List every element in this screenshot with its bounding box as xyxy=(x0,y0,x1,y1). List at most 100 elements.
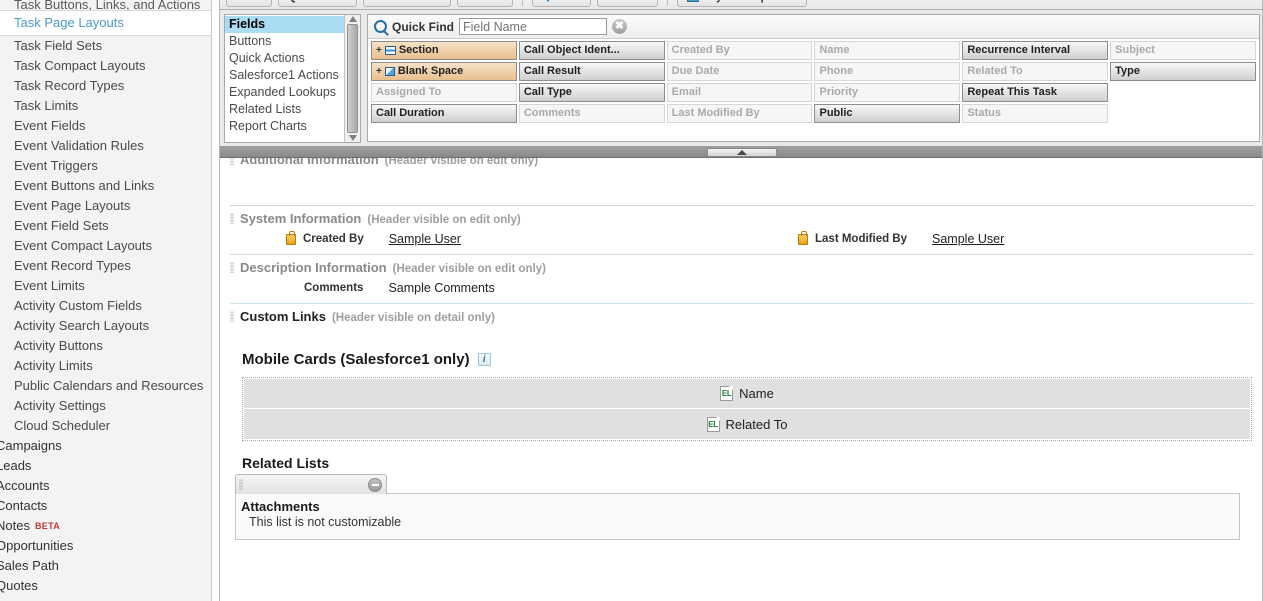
sidebar-item-task-buttons-links-actions[interactable]: Task Buttons, Links, and Actions xyxy=(0,0,211,10)
palette-category-salesforce1-actions[interactable]: Salesforce1 Actions xyxy=(225,67,344,84)
sidebar-item-activity-custom-fields[interactable]: Activity Custom Fields xyxy=(0,296,211,316)
sidebar-item-task-record-types[interactable]: Task Record Types xyxy=(0,76,211,96)
palette-fields-panel: Quick Find ✖ + Section Call Object Ident..… xyxy=(367,14,1260,142)
field-palette-item-created-by[interactable]: Created By xyxy=(666,41,813,60)
mobile-card[interactable]: EL Name xyxy=(244,379,1250,409)
sidebar-item-event-compact-layouts[interactable]: Event Compact Layouts xyxy=(0,236,211,256)
scroll-up-icon[interactable] xyxy=(348,16,357,22)
field-palette-item-call-duration[interactable]: Call Duration xyxy=(371,104,517,123)
info-icon[interactable]: i xyxy=(477,353,491,366)
field-palette-item-call-object-ident-[interactable]: Call Object Ident... xyxy=(518,41,665,60)
drag-grip-icon[interactable] xyxy=(230,262,234,273)
sidebar-item-public-calendars-and-resources[interactable]: Public Calendars and Resources xyxy=(0,376,211,396)
palette-category-report-charts[interactable]: Report Charts xyxy=(225,118,344,135)
field-palette-item-call-result[interactable]: Call Result xyxy=(518,62,665,81)
scrollbar-thumb[interactable] xyxy=(347,24,358,133)
field-palette-item-assigned-to[interactable]: Assigned To xyxy=(371,83,517,102)
layout-properties-button[interactable]: Layout Properties xyxy=(677,0,807,7)
drag-grip-icon[interactable] xyxy=(239,479,243,490)
redo-button[interactable]: Redo xyxy=(596,0,659,7)
field-palette-item-recurrence-interval[interactable]: Recurrence Interval xyxy=(962,41,1109,60)
palette-category-expanded-lookups[interactable]: Expanded Lookups xyxy=(225,84,344,101)
section-description-information[interactable]: Description Information (Header visible … xyxy=(230,254,1254,278)
field-palette-item-due-date[interactable]: Due Date xyxy=(666,62,813,81)
sidebar-item-label: Campaigns xyxy=(0,438,62,453)
field-palette-item-email[interactable]: Email xyxy=(666,83,813,102)
palette-category-related-lists[interactable]: Related Lists xyxy=(225,101,344,118)
layout-canvas: Additional Information (Header visible o… xyxy=(220,158,1262,601)
field-palette-item-last-modified-by[interactable]: Last Modified By xyxy=(666,104,813,123)
mobile-cards-dropzone[interactable]: EL Name EL Related To xyxy=(242,377,1252,441)
palette-category-scrollbar[interactable] xyxy=(344,15,360,142)
preview-as-button[interactable]: Preview As... xyxy=(363,0,451,7)
sidebar-item-task-limits[interactable]: Task Limits xyxy=(0,96,211,116)
section-system-information[interactable]: System Information (Header visible on ed… xyxy=(230,205,1254,229)
field-palette-item-section[interactable]: + Section xyxy=(371,41,517,60)
cancel-button[interactable]: Cancel xyxy=(456,0,513,7)
section-custom-links[interactable]: Custom Links (Header visible on detail o… xyxy=(230,303,1254,327)
sidebar-item-event-buttons-and-links[interactable]: Event Buttons and Links xyxy=(0,176,211,196)
field-palette-item-blank-space[interactable]: + Blank Space xyxy=(371,62,517,81)
toolbar-divider xyxy=(521,0,523,6)
related-lists-tab[interactable] xyxy=(235,474,387,494)
field-palette-item-related-to[interactable]: Related To xyxy=(962,62,1109,81)
sidebar-item-event-fields[interactable]: Event Fields xyxy=(0,116,211,136)
field-palette-item-comments[interactable]: Comments xyxy=(518,104,665,123)
field-palette-item-priority[interactable]: Priority xyxy=(814,83,961,102)
clear-search-icon[interactable]: ✖ xyxy=(612,19,628,34)
quick-save-button[interactable]: Quick Save xyxy=(277,0,358,7)
mobile-card-label: Name xyxy=(739,386,774,401)
field-palette-item-phone[interactable]: Phone xyxy=(814,62,961,81)
save-button[interactable]: Save xyxy=(226,0,272,7)
sidebar-item-activity-search-layouts[interactable]: Activity Search Layouts xyxy=(0,316,211,336)
palette-category-buttons[interactable]: Buttons xyxy=(225,33,344,50)
palette-category-fields[interactable]: Fields xyxy=(225,16,344,33)
sidebar-item-event-record-types[interactable]: Event Record Types xyxy=(0,256,211,276)
sidebar-item-activity-limits[interactable]: Activity Limits xyxy=(0,356,211,376)
field-palette-item-public[interactable]: Public xyxy=(814,104,961,123)
sidebar-item-sales-path[interactable]: Sales Path xyxy=(0,556,211,576)
splitter-collapse-handle[interactable] xyxy=(707,148,777,157)
field-palette-item-call-type[interactable]: Call Type xyxy=(518,83,665,102)
field-last-modified-by[interactable]: Last Modified By Sample User xyxy=(742,230,1254,246)
mobile-card[interactable]: EL Related To xyxy=(244,409,1250,439)
sidebar-item-quotes[interactable]: Quotes xyxy=(0,576,211,596)
field-comments[interactable]: Comments Sample Comments xyxy=(230,281,742,295)
sidebar-item-event-page-layouts[interactable]: Event Page Layouts xyxy=(0,196,211,216)
sidebar-item-event-triggers[interactable]: Event Triggers xyxy=(0,156,211,176)
sidebar-item-leads[interactable]: Leads xyxy=(0,456,211,476)
related-lists-body[interactable]: Attachments This list is not customizable xyxy=(235,493,1240,540)
field-palette-item-subject[interactable]: Subject xyxy=(1110,41,1256,60)
undo-button[interactable]: Undo xyxy=(531,0,591,7)
drag-grip-icon[interactable] xyxy=(230,311,234,322)
sidebar-item-task-page-layouts[interactable]: Task Page Layouts xyxy=(0,10,211,36)
sidebar-item-accounts[interactable]: Accounts xyxy=(0,476,211,496)
sidebar-item-campaigns[interactable]: Campaigns xyxy=(0,436,211,456)
sidebar-item-task-compact-layouts[interactable]: Task Compact Layouts xyxy=(0,56,211,76)
scroll-down-icon[interactable] xyxy=(348,135,357,141)
sidebar-item-event-field-sets[interactable]: Event Field Sets xyxy=(0,216,211,236)
section-additional-information[interactable]: Additional Information (Header visible o… xyxy=(230,158,1254,169)
field-palette-item-repeat-this-task[interactable]: Repeat This Task xyxy=(962,83,1109,102)
field-palette-item-name[interactable]: Name xyxy=(814,41,961,60)
sidebar-item-activity-settings[interactable]: Activity Settings xyxy=(0,396,211,416)
additional-information-body xyxy=(230,169,1254,205)
drag-grip-icon[interactable] xyxy=(230,158,234,165)
field-palette-item-status[interactable]: Status xyxy=(962,104,1109,123)
palette-categories: Fields Buttons Quick Actions Salesforce1 Ac… xyxy=(225,15,344,142)
sidebar-item-cloud-scheduler[interactable]: Cloud Scheduler xyxy=(0,416,211,436)
sidebar-item-event-validation-rules[interactable]: Event Validation Rules xyxy=(0,136,211,156)
drag-grip-icon[interactable] xyxy=(230,213,234,224)
field-created-by[interactable]: Created By Sample User xyxy=(230,230,742,246)
palette-category-quick-actions[interactable]: Quick Actions xyxy=(225,50,344,67)
sidebar-item-task-field-sets[interactable]: Task Field Sets xyxy=(0,36,211,56)
palette-splitter[interactable] xyxy=(220,147,1262,158)
sidebar-item-notes[interactable]: Notes BETA xyxy=(0,516,211,536)
sidebar-item-opportunities[interactable]: Opportunities xyxy=(0,536,211,556)
remove-icon[interactable] xyxy=(368,477,382,492)
sidebar-item-contacts[interactable]: Contacts xyxy=(0,496,211,516)
sidebar-item-activity-buttons[interactable]: Activity Buttons xyxy=(0,336,211,356)
sidebar-item-event-limits[interactable]: Event Limits xyxy=(0,276,211,296)
field-palette-item-type[interactable]: Type xyxy=(1110,62,1256,81)
quick-find-input[interactable] xyxy=(459,18,608,35)
